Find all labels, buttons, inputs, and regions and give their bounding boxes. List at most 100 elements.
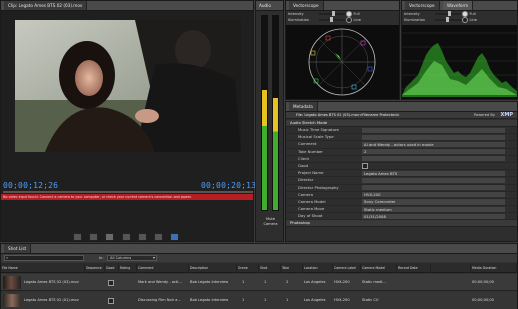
meta-value[interactable] — [362, 127, 505, 133]
search-input[interactable]: ⌕ — [4, 255, 84, 261]
audio-meter-left-fill — [262, 90, 267, 210]
meta-value[interactable]: 01/31/2008 — [362, 213, 505, 219]
tab-vectorscope-2[interactable]: Vectorscope — [405, 1, 440, 10]
waveform-line-label: Line — [469, 18, 477, 22]
tab-waveform[interactable]: Waveform — [442, 1, 474, 10]
col-comment[interactable]: Comment — [137, 263, 189, 273]
metadata-file-header: File: Legato Ames BTS 02 (03).mov<Filena… — [286, 112, 517, 119]
meta-value[interactable] — [362, 156, 505, 162]
audio-meter-right-fill — [273, 98, 278, 210]
tab-shot-list[interactable]: Shot List — [4, 244, 32, 253]
step-back-button[interactable] — [89, 232, 99, 241]
meta-value[interactable]: 2 — [362, 149, 505, 155]
mute-camera-label[interactable]: Mute Camera — [257, 217, 284, 226]
meta-row: Project Name Legato Ames BTS — [286, 170, 517, 178]
waveform-illumination-label: Illumination — [404, 18, 426, 22]
cell-description: Bob Legato Interview — [190, 298, 229, 302]
cell-camera-label: HVX-200 — [334, 280, 350, 284]
record-button[interactable] — [169, 232, 179, 241]
col-take[interactable]: Take — [281, 263, 303, 273]
waveform-panel: Vectorscope Waveform Intensity Full Illu… — [401, 0, 518, 100]
meta-value[interactable] — [362, 177, 505, 183]
meta-value[interactable] — [362, 134, 505, 140]
col-sequence[interactable]: Sequence — [85, 263, 105, 273]
meta-row: Director — [286, 177, 517, 185]
meta-row: Day of Shoot 01/31/2008 — [286, 213, 517, 221]
vectorscope-panel: Vectorscope Intensity Full Illumination … — [285, 0, 400, 100]
tab-audio[interactable]: Audio — [259, 3, 271, 8]
good-checkbox[interactable] — [108, 298, 114, 304]
cell-scene: 1 — [242, 298, 245, 302]
meta-key: Project Name — [298, 170, 324, 176]
go-to-end-button[interactable] — [137, 232, 147, 241]
col-shot[interactable]: Shot — [259, 263, 281, 273]
waveform-intensity-slider[interactable] — [435, 11, 462, 16]
meta-value[interactable]: Sony Camcorder — [362, 199, 505, 205]
scrub-bar[interactable] — [3, 191, 253, 193]
col-good[interactable]: Good — [105, 263, 119, 273]
loop-button[interactable] — [153, 232, 163, 241]
shot-list-panel: Shot List ⌕ In: All Columns ▾ File Name … — [0, 243, 518, 309]
tab-clip[interactable]: Clip: Legato Ames BTS 02 (03).mov — [4, 1, 88, 10]
tab-vectorscope[interactable]: Vectorscope — [289, 1, 324, 10]
col-scene[interactable]: Scene — [237, 263, 259, 273]
section-audio-stretch[interactable]: Audio Stretch Mode — [286, 120, 517, 127]
meta-value[interactable] — [362, 185, 505, 191]
meta-value[interactable]: Legato Ames BTS — [362, 170, 505, 176]
col-camera-model[interactable]: Camera Model — [361, 263, 397, 273]
meta-value[interactable]: Static medium — [362, 206, 505, 212]
col-location[interactable]: Location — [303, 263, 333, 273]
col-rating[interactable]: Rating — [119, 263, 137, 273]
metadata-tabbar: Metadata — [286, 102, 517, 112]
meta-key: Camera — [298, 191, 313, 197]
col-record-date[interactable]: Record Date — [397, 263, 431, 273]
play-button[interactable] — [105, 232, 115, 241]
illumination-label: Illumination — [288, 18, 310, 22]
step-forward-button[interactable] — [121, 232, 131, 241]
columns-select-value: All Columns — [110, 256, 132, 260]
waveform-illumination-slider[interactable] — [435, 17, 462, 22]
table-row[interactable]: Legato Ames BTS 02 (01).mov Discussing F… — [1, 292, 517, 309]
meta-key: Good — [298, 162, 308, 168]
go-to-start-button[interactable] — [73, 232, 83, 241]
cell-location: Los Angeles — [304, 298, 326, 302]
meta-row: Good — [286, 162, 517, 171]
cell-comment: Discussing Film Noir a... — [138, 298, 181, 302]
meta-value[interactable]: HVX-200 — [362, 192, 505, 198]
good-checkbox[interactable] — [108, 280, 114, 286]
line-radio[interactable] — [346, 17, 353, 23]
audio-tabbar: Audio — [256, 1, 283, 11]
waveform-line-radio[interactable] — [462, 17, 469, 23]
cell-camera-label: HVX-200 — [334, 298, 350, 302]
good-checkbox[interactable] — [362, 163, 368, 170]
waveform-illumination-row: Illumination Line — [404, 17, 517, 23]
meta-row: Director Photography — [286, 185, 517, 192]
cell-camera-model: Static CU — [362, 298, 379, 302]
col-file-name[interactable]: File Name — [1, 263, 85, 273]
clip-panel: Clip: Legato Ames BTS 02 (03).mov 00;00;… — [0, 0, 257, 242]
col-camera-label[interactable]: Camera Label — [333, 263, 361, 273]
col-media-duration[interactable]: Media Duration — [471, 263, 517, 273]
line-label: Line — [353, 18, 361, 22]
cell-media-duration: 00;00;00;00 — [472, 298, 494, 302]
meta-row: Music Time Signature — [286, 127, 517, 135]
table-row[interactable]: Legato Ames BTS 02 (03).mov Mark and Wen… — [1, 274, 517, 291]
col-description[interactable]: Description — [189, 263, 237, 273]
meta-key: Day of Shoot — [298, 213, 323, 219]
tab-metadata[interactable]: Metadata — [289, 102, 318, 111]
cell-file-name: Legato Ames BTS 02 (03).mov — [24, 280, 79, 284]
illumination-slider[interactable] — [319, 17, 346, 22]
intensity-row: Intensity Full — [288, 11, 398, 17]
columns-select[interactable]: All Columns ▾ — [107, 255, 157, 261]
vectorscope-tabbar: Vectorscope — [286, 1, 399, 11]
section-photoshop[interactable]: Photoshop — [286, 220, 517, 228]
col-blank[interactable] — [431, 263, 471, 273]
meta-key: Camera Model — [298, 198, 326, 204]
cell-media-duration: 00;00;00;00 — [472, 280, 494, 284]
timecode-duration: 00;00;20;13 — [201, 181, 257, 190]
meta-value[interactable]: Al and Wendy - actors used in movie — [362, 141, 505, 148]
intensity-slider[interactable] — [319, 11, 346, 16]
cell-description: Bob Legato Interview — [190, 280, 229, 284]
meta-row: Camera HVX-200 — [286, 192, 517, 199]
transport-controls — [61, 226, 191, 241]
